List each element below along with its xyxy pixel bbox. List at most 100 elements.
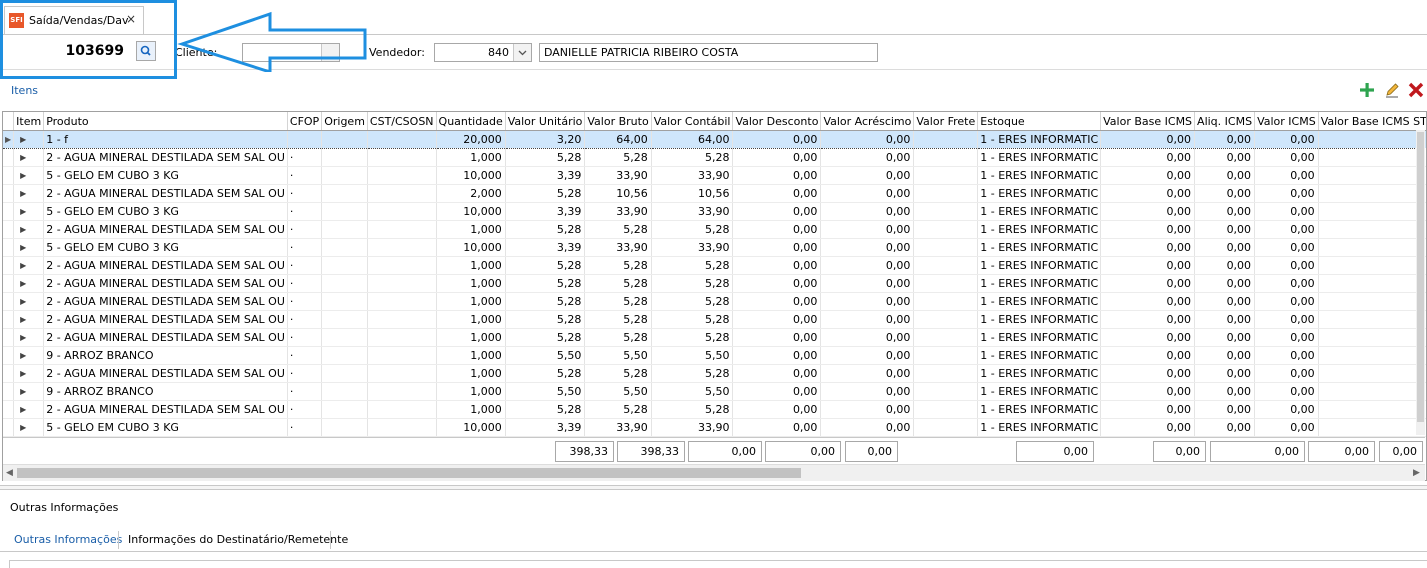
cell-quantidade[interactable]: 10,000 <box>436 418 506 437</box>
cell-valor-frete[interactable] <box>913 202 979 221</box>
cell-cst-csosn[interactable] <box>367 202 437 221</box>
cell-valor-frete[interactable] <box>913 328 979 347</box>
cell-valor-unitario[interactable]: 5,28 <box>505 184 586 203</box>
expand-row-icon[interactable]: ▶ <box>13 202 45 221</box>
cell-valor-unitario[interactable]: 3,39 <box>505 418 586 437</box>
cell-aliq-icms[interactable]: 0,00 <box>1194 400 1256 419</box>
cell-valor-icms[interactable]: 0,00 <box>1254 346 1319 365</box>
cell-cst-csosn[interactable] <box>367 130 437 149</box>
cell-produto[interactable]: 9 - ARROZ BRANCO <box>43 346 288 365</box>
cell-valor-icms[interactable]: 0,00 <box>1254 148 1319 167</box>
cell-valor-base-icms-st[interactable] <box>1318 220 1426 239</box>
row-indicator-icon[interactable] <box>3 310 15 329</box>
cell-cst-csosn[interactable] <box>367 292 437 311</box>
cell-valor-base-icms[interactable]: 0,00 <box>1100 148 1196 167</box>
cell-estoque[interactable]: 1 - ERES INFORMATIC <box>977 130 1102 149</box>
row-indicator-icon[interactable] <box>3 328 15 347</box>
cell-produto[interactable]: 2 - AGUA MINERAL DESTILADA SEM SAL OU <box>43 310 288 329</box>
row-indicator-icon[interactable] <box>3 238 15 257</box>
cell-cst-csosn[interactable] <box>367 166 437 185</box>
row-indicator-icon[interactable]: ▶ <box>3 130 15 149</box>
vendedor-code-field[interactable]: 840 <box>434 43 532 62</box>
cell-valor-contabil[interactable]: 5,28 <box>651 220 734 239</box>
cell-valor-frete[interactable] <box>913 130 979 149</box>
column-header-item[interactable]: Item <box>13 112 45 131</box>
expand-row-icon[interactable]: ▶ <box>13 418 45 437</box>
cell-produto[interactable]: 2 - AGUA MINERAL DESTILADA SEM SAL OU <box>43 256 288 275</box>
cell-cst-csosn[interactable] <box>367 220 437 239</box>
cell-valor-icms[interactable]: 0,00 <box>1254 418 1319 437</box>
table-row[interactable]: ▶ 2 - AGUA MINERAL DESTILADA SEM SAL OU · 2… <box>3 184 1426 203</box>
cell-valor-desconto[interactable]: 0,00 <box>732 220 822 239</box>
table-row[interactable]: ▶ 2 - AGUA MINERAL DESTILADA SEM SAL OU · 1… <box>3 400 1426 419</box>
cell-cfop[interactable]: · <box>287 148 323 167</box>
cell-origem[interactable] <box>321 382 368 401</box>
table-row[interactable]: ▶ 2 - AGUA MINERAL DESTILADA SEM SAL OU · 1… <box>3 148 1426 167</box>
cell-produto[interactable]: 5 - GELO EM CUBO 3 KG <box>43 238 288 257</box>
cell-valor-unitario[interactable]: 3,39 <box>505 202 586 221</box>
cell-valor-base-icms-st[interactable] <box>1318 364 1426 383</box>
cell-produto[interactable]: 2 - AGUA MINERAL DESTILADA SEM SAL OU <box>43 148 288 167</box>
cell-valor-desconto[interactable]: 0,00 <box>732 238 822 257</box>
column-header-quantidade[interactable]: Quantidade <box>436 112 506 131</box>
table-row[interactable]: ▶ 2 - AGUA MINERAL DESTILADA SEM SAL OU · 1… <box>3 328 1426 347</box>
cell-origem[interactable] <box>321 220 368 239</box>
cell-valor-acrescimo[interactable]: 0,00 <box>820 202 915 221</box>
cell-valor-desconto[interactable]: 0,00 <box>732 148 822 167</box>
cell-estoque[interactable]: 1 - ERES INFORMATIC <box>977 292 1102 311</box>
cell-valor-base-icms-st[interactable] <box>1318 292 1426 311</box>
cell-estoque[interactable]: 1 - ERES INFORMATIC <box>977 148 1102 167</box>
cell-valor-icms[interactable]: 0,00 <box>1254 130 1319 149</box>
cell-valor-contabil[interactable]: 33,90 <box>651 238 734 257</box>
column-header-origem[interactable]: Origem <box>321 112 368 131</box>
cell-cfop[interactable]: · <box>287 346 323 365</box>
cell-estoque[interactable]: 1 - ERES INFORMATIC <box>977 400 1102 419</box>
cell-cfop[interactable]: · <box>287 310 323 329</box>
expand-row-icon[interactable]: ▶ <box>13 364 45 383</box>
cell-cfop[interactable]: · <box>287 220 323 239</box>
cell-valor-bruto[interactable]: 33,90 <box>584 238 652 257</box>
cell-origem[interactable] <box>321 166 368 185</box>
row-indicator-icon[interactable] <box>3 220 15 239</box>
cell-valor-base-icms-st[interactable] <box>1318 328 1426 347</box>
cell-origem[interactable] <box>321 202 368 221</box>
cell-valor-base-icms[interactable]: 0,00 <box>1100 400 1196 419</box>
cell-aliq-icms[interactable]: 0,00 <box>1194 202 1256 221</box>
cell-valor-acrescimo[interactable]: 0,00 <box>820 400 915 419</box>
cell-valor-desconto[interactable]: 0,00 <box>732 418 822 437</box>
cell-cfop[interactable]: · <box>287 382 323 401</box>
cell-valor-frete[interactable] <box>913 382 979 401</box>
cell-estoque[interactable]: 1 - ERES INFORMATIC <box>977 166 1102 185</box>
cell-aliq-icms[interactable]: 0,00 <box>1194 220 1256 239</box>
cell-cst-csosn[interactable] <box>367 310 437 329</box>
cell-valor-base-icms[interactable]: 0,00 <box>1100 364 1196 383</box>
splitter[interactable] <box>0 485 1427 490</box>
cell-valor-base-icms-st[interactable] <box>1318 256 1426 275</box>
cell-valor-frete[interactable] <box>913 418 979 437</box>
cell-produto[interactable]: 9 - ARROZ BRANCO <box>43 382 288 401</box>
cell-quantidade[interactable]: 1,000 <box>436 364 506 383</box>
cell-valor-base-icms-st[interactable] <box>1318 274 1426 293</box>
scroll-right-icon[interactable]: ▶ <box>1413 468 1420 478</box>
column-header-valor-contabil[interactable]: Valor Contábil <box>651 112 734 131</box>
cell-valor-acrescimo[interactable]: 0,00 <box>820 130 915 149</box>
expand-row-icon[interactable]: ▶ <box>13 130 45 149</box>
cell-origem[interactable] <box>321 418 368 437</box>
horizontal-scrollbar[interactable]: ◀ ▶ <box>3 464 1425 481</box>
cell-valor-bruto[interactable]: 33,90 <box>584 166 652 185</box>
cell-estoque[interactable]: 1 - ERES INFORMATIC <box>977 382 1102 401</box>
expand-row-icon[interactable]: ▶ <box>13 382 45 401</box>
cell-produto[interactable]: 2 - AGUA MINERAL DESTILADA SEM SAL OU <box>43 220 288 239</box>
cell-valor-frete[interactable] <box>913 364 979 383</box>
table-row[interactable]: ▶ 2 - AGUA MINERAL DESTILADA SEM SAL OU · 1… <box>3 220 1426 239</box>
cell-valor-icms[interactable]: 0,00 <box>1254 202 1319 221</box>
cell-valor-base-icms[interactable]: 0,00 <box>1100 382 1196 401</box>
cell-cst-csosn[interactable] <box>367 346 437 365</box>
cell-origem[interactable] <box>321 364 368 383</box>
cell-valor-desconto[interactable]: 0,00 <box>732 274 822 293</box>
expand-row-icon[interactable]: ▶ <box>13 184 45 203</box>
cell-valor-bruto[interactable]: 5,28 <box>584 274 652 293</box>
cell-valor-bruto[interactable]: 5,50 <box>584 382 652 401</box>
table-row[interactable]: ▶ 5 - GELO EM CUBO 3 KG · 10,000 3,39 33,90 33… <box>3 166 1426 185</box>
cell-valor-frete[interactable] <box>913 292 979 311</box>
